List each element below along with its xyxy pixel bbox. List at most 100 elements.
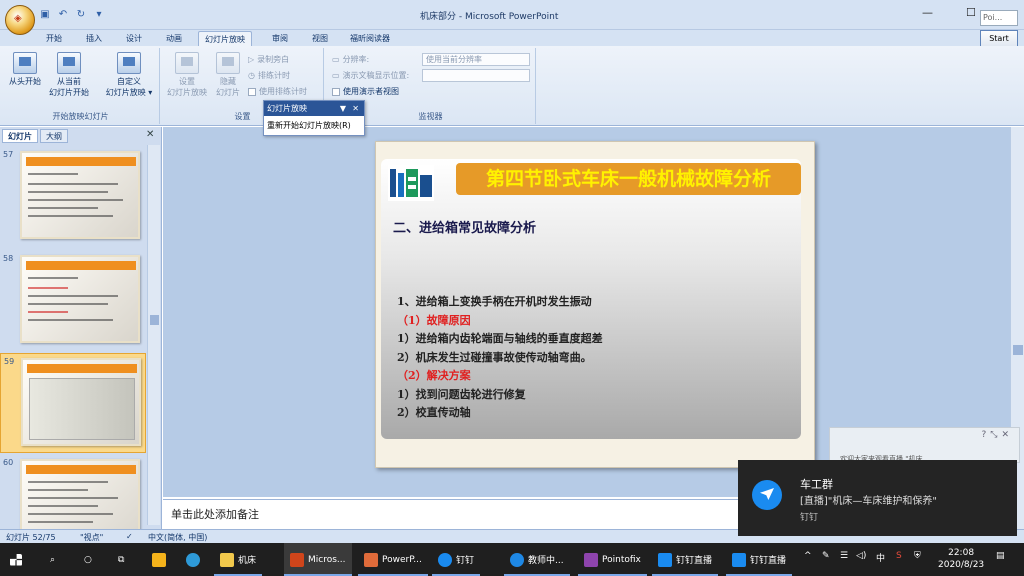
maximize-button[interactable]: ☐ bbox=[966, 6, 976, 19]
save-icon[interactable]: ▣ bbox=[38, 8, 52, 21]
use-timings-checkbox[interactable]: 使用排练计时 bbox=[248, 86, 307, 97]
tab-review[interactable]: 审阅 bbox=[266, 31, 294, 46]
language[interactable]: 中文(简体, 中国) bbox=[148, 532, 207, 543]
dingtalk-icon bbox=[752, 480, 782, 510]
hide-slide-icon bbox=[216, 52, 240, 74]
rehearse-timings-button[interactable]: ◷ 排练计时 bbox=[248, 70, 290, 81]
spellcheck-icon[interactable]: ✓ bbox=[126, 532, 133, 541]
group-start-show: 从头开始 从当前 幻灯片开始 自定义 幻灯片放映 ▾ 开始放映幻灯片 bbox=[2, 48, 160, 124]
tray-chevron-icon[interactable]: ^ bbox=[804, 551, 812, 561]
thumbnail-number: 57 bbox=[3, 150, 14, 159]
taskbar-item-powerpoint1[interactable]: Micros... bbox=[284, 543, 352, 576]
search-box[interactable]: Poi... bbox=[980, 10, 1018, 26]
taskbar-item-dingtalk[interactable]: 钉钉 bbox=[432, 543, 481, 576]
tab-slideshow[interactable]: 幻灯片放映 bbox=[198, 31, 252, 46]
panel-close-icon[interactable]: ✕ bbox=[146, 129, 154, 140]
body-line: 2）校直传动轴 bbox=[397, 406, 471, 419]
tab-foxit[interactable]: 福昕阅读器 bbox=[344, 31, 396, 46]
thumbnail-scrollbar[interactable] bbox=[147, 145, 160, 525]
notifications-icon[interactable]: ▤ bbox=[996, 551, 1005, 561]
taskbar-item-live2[interactable]: 钉钉直播 bbox=[726, 543, 793, 576]
window-title: 机床部分 - Microsoft PowerPoint bbox=[420, 12, 559, 22]
tab-slides[interactable]: 幻灯片 bbox=[2, 129, 38, 143]
body-line: （1）故障原因 bbox=[397, 313, 471, 327]
restart-slideshow-item[interactable]: 重新开始幻灯片放映(R) bbox=[264, 116, 364, 135]
body-line: 2）机床发生过碰撞事故使传动轴弯曲。 bbox=[397, 350, 592, 364]
teacher-app-icon bbox=[510, 552, 524, 567]
taskbar-item-teacher[interactable]: 教师中... bbox=[504, 543, 570, 576]
taskbar-item-folder[interactable]: 机床 bbox=[214, 543, 263, 576]
slide-thumbnail-selected[interactable]: 59 bbox=[0, 353, 146, 453]
thumbnail-number: 60 bbox=[3, 458, 14, 467]
body-line: 1、进给箱上变换手柄在开机时发生振动 bbox=[397, 295, 592, 308]
theme-name: "视点" bbox=[80, 533, 104, 542]
hide-slide-button[interactable]: 隐藏 幻灯片 bbox=[208, 52, 248, 98]
taskbar-item-live1[interactable]: 钉钉直播 bbox=[652, 543, 719, 576]
from-current-button[interactable]: 从当前 幻灯片开始 bbox=[46, 52, 92, 98]
custom-show-button[interactable]: 自定义 幻灯片放映 ▾ bbox=[102, 52, 156, 98]
task-view-icon[interactable]: ⧉ bbox=[118, 543, 124, 576]
tab-view[interactable]: 视图 bbox=[306, 31, 334, 46]
tab-design[interactable]: 设计 bbox=[120, 31, 148, 46]
body-line: （2）解决方案 bbox=[397, 369, 471, 382]
redo-icon[interactable]: ↻ bbox=[74, 8, 88, 21]
checkbox-icon bbox=[248, 87, 256, 96]
from-beginning-button[interactable]: 从头开始 bbox=[2, 52, 48, 87]
edge-icon[interactable] bbox=[186, 543, 200, 576]
thumbnail-number: 59 bbox=[4, 357, 15, 366]
tray-network-icon[interactable]: ☰ bbox=[840, 551, 848, 561]
presenter-view-checkbox[interactable]: 使用演示者视图 bbox=[332, 86, 399, 97]
tab-animation[interactable]: 动画 bbox=[160, 31, 188, 46]
toast-notification[interactable]: 车工群 [直播]"机床—车床维护和保养" 钉钉 bbox=[738, 460, 1017, 536]
customize-qat-icon[interactable]: ▾ bbox=[92, 8, 106, 21]
taskbar-item-powerpoint2[interactable]: PowerP... bbox=[358, 543, 428, 576]
notification-title: 车工群 bbox=[800, 478, 833, 491]
office-button[interactable]: ◈ bbox=[5, 5, 35, 35]
thumbnail-image bbox=[20, 151, 140, 239]
setup-icon bbox=[175, 52, 199, 74]
search-icon[interactable]: ⌕ bbox=[50, 543, 55, 576]
slide-thumbnail[interactable]: 58 bbox=[0, 251, 146, 351]
popup-controls[interactable]: ?⤡✕ bbox=[981, 430, 1013, 440]
office-logo-icon: ◈ bbox=[14, 13, 22, 24]
record-narration-button[interactable]: ▷ 录制旁白 bbox=[248, 54, 289, 65]
system-clock[interactable]: 22:08 2020/8/23 bbox=[938, 547, 984, 571]
tab-insert[interactable]: 插入 bbox=[80, 31, 108, 46]
show-on-select[interactable] bbox=[422, 69, 530, 82]
setup-show-button[interactable]: 设置 幻灯片放映 bbox=[164, 52, 210, 98]
tray-security-icon[interactable]: ⛨ bbox=[914, 551, 921, 561]
notes-pane[interactable]: 单击此处添加备注 bbox=[163, 499, 763, 529]
cortana-icon[interactable]: ○ bbox=[84, 543, 92, 576]
tray-volume-icon[interactable]: ◁) bbox=[856, 551, 866, 561]
tab-home[interactable]: 开始 bbox=[40, 31, 68, 46]
resolution-label: ▭ 分辨率: bbox=[332, 55, 370, 64]
slides-panel: 幻灯片 大纲 ✕ 57 58 59 60 bbox=[0, 127, 162, 547]
live-comment-popup: ?⤡✕ 欢迎大家来观看直播 "机床 bbox=[829, 427, 1020, 463]
scroll-thumb[interactable] bbox=[150, 315, 159, 325]
scroll-thumb[interactable] bbox=[1013, 345, 1023, 355]
taskbar-item-pointofix[interactable]: Pointofix bbox=[578, 543, 647, 576]
minimize-button[interactable]: — bbox=[922, 6, 933, 19]
store-icon[interactable] bbox=[152, 543, 166, 576]
pointofix-icon bbox=[584, 552, 598, 567]
current-slide[interactable]: 第四节卧式车床一般机械故障分析 二、进给箱常见故障分析 1、进给箱上变换手柄在开… bbox=[375, 141, 815, 468]
body-line: 1）进给箱内齿轮端面与轴线的垂直度超差 bbox=[397, 332, 603, 345]
undo-icon[interactable]: ↶ bbox=[56, 8, 70, 21]
windows-start-icon[interactable] bbox=[10, 543, 22, 576]
play-current-icon bbox=[57, 52, 81, 74]
resolution-select[interactable]: 使用当前分辨率 bbox=[422, 53, 530, 66]
popup-close-icon[interactable]: ✕ bbox=[352, 101, 359, 116]
popup-dropdown-icon[interactable]: ▼ bbox=[340, 101, 346, 116]
play-icon bbox=[13, 52, 37, 74]
slide-thumbnail[interactable]: 57 bbox=[0, 147, 146, 247]
tray-ime[interactable]: 中 bbox=[876, 551, 885, 564]
tab-outline[interactable]: 大纲 bbox=[40, 129, 68, 143]
taskbar: ⌕ ○ ⧉ 机床 Micros... PowerP... 钉钉 教师中... P… bbox=[0, 543, 1024, 576]
ribbon-tabs: 开始 插入 设计 动画 幻灯片放映 审阅 视图 福昕阅读器 bbox=[0, 30, 1024, 46]
tray-sogou-icon[interactable]: S bbox=[896, 551, 902, 561]
popup-header: 幻灯片放映 ▼ ✕ bbox=[264, 101, 364, 116]
panel-tabs: 幻灯片 大纲 bbox=[2, 129, 68, 143]
slide-content: 第四节卧式车床一般机械故障分析 二、进给箱常见故障分析 1、进给箱上变换手柄在开… bbox=[381, 159, 801, 439]
body-line: 1）找到问题齿轮进行修复 bbox=[397, 387, 526, 401]
tray-pen-icon[interactable]: ✎ bbox=[822, 551, 830, 561]
